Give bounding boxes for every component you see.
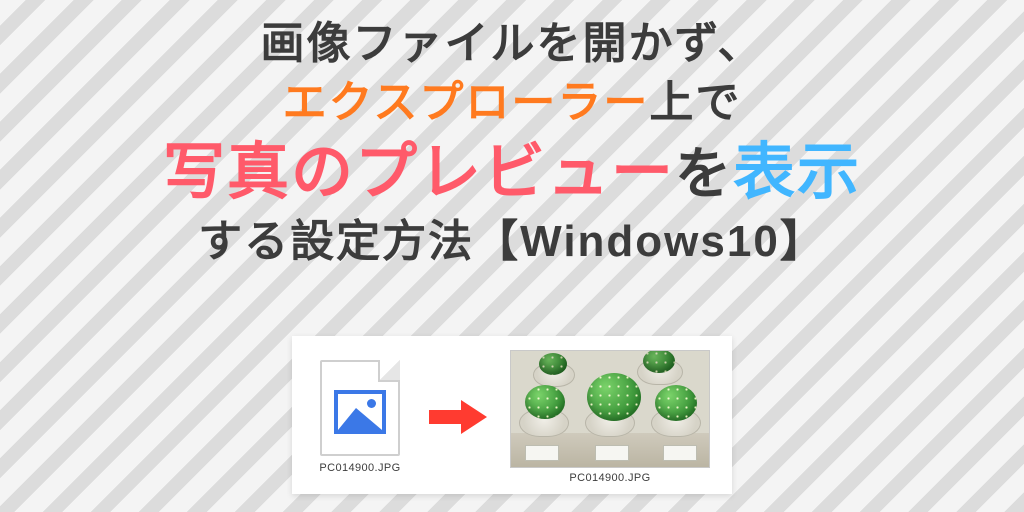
file-after: PC014900.JPG	[504, 350, 716, 484]
filename-right: PC014900.JPG	[504, 472, 716, 484]
headline-line-4: する設定方法【Windows10】	[0, 216, 1024, 269]
generic-image-file-icon	[320, 360, 400, 456]
word-wo: を	[675, 142, 733, 205]
headline: 画像ファイルを開かず、 エクスプローラー上で 写真のプレビューを表示 する設定方…	[0, 0, 1024, 269]
headline-line-3: 写真のプレビューを表示	[0, 136, 1024, 210]
headline-line-1: 画像ファイルを開かず、	[0, 18, 1024, 71]
photo-thumbnail	[510, 350, 710, 468]
word-display: 表示	[733, 138, 861, 207]
before-after-panel: PC014900.JPG	[292, 336, 732, 494]
picture-glyph-icon	[334, 390, 386, 434]
word-explorer: エクスプローラー	[283, 78, 650, 127]
word-photo-preview: 写真のプレビュー	[163, 138, 675, 207]
arrow-right-icon	[423, 398, 493, 436]
filename-left: PC014900.JPG	[308, 462, 412, 474]
word-on: 上で	[649, 78, 741, 127]
file-before: PC014900.JPG	[308, 360, 412, 474]
headline-line-2: エクスプローラー上で	[0, 77, 1024, 130]
